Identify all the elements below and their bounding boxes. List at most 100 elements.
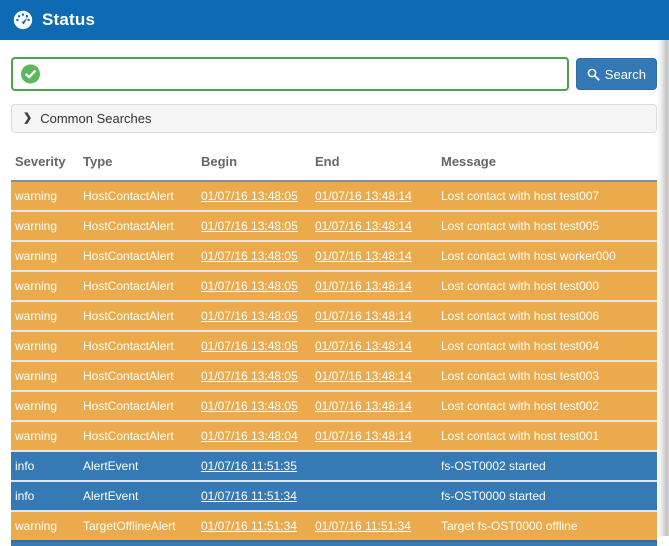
search-icon — [587, 68, 600, 81]
cell-begin: 01/07/16 13:48:05 — [197, 271, 311, 301]
begin-link[interactable]: 01/07/16 11:51:34 — [201, 519, 297, 533]
cell-end: 01/07/16 13:48:14 — [311, 241, 437, 271]
table-row: warning HostContactAlert 01/07/16 13:48:… — [11, 301, 657, 331]
table-row: warning HostContactAlert 01/07/16 13:48:… — [11, 241, 657, 271]
begin-link[interactable]: 01/07/16 13:48:05 — [201, 339, 298, 353]
column-header-message: Message — [437, 148, 657, 181]
end-link[interactable]: 01/07/16 13:48:14 — [315, 249, 412, 263]
cell-message: fs-OST0000 started — [437, 481, 657, 511]
cell-severity: warning — [11, 301, 79, 331]
cell-severity: warning — [11, 361, 79, 391]
cell-type: HostContactAlert — [79, 241, 197, 271]
cell-begin: 01/07/16 13:48:05 — [197, 331, 311, 361]
cell-message: Lost contact with host test002 — [437, 391, 657, 421]
begin-link[interactable]: 01/07/16 13:48:05 — [201, 219, 298, 233]
cell-type: HostContactAlert — [79, 391, 197, 421]
cell-severity: warning — [11, 181, 79, 211]
alerts-table: Severity Type Begin End Message warning … — [11, 148, 657, 540]
search-button[interactable]: Search — [576, 58, 657, 90]
table-row: warning HostContactAlert 01/07/16 13:48:… — [11, 331, 657, 361]
cell-begin: 01/07/16 13:48:05 — [197, 361, 311, 391]
table-row: warning HostContactAlert 01/07/16 13:48:… — [11, 391, 657, 421]
end-link[interactable]: 01/07/16 13:48:14 — [315, 429, 412, 443]
cell-begin: 01/07/16 13:48:05 — [197, 181, 311, 211]
cell-message: Lost contact with host test004 — [437, 331, 657, 361]
cell-severity: warning — [11, 211, 79, 241]
end-link[interactable]: 01/07/16 11:51:34 — [315, 519, 411, 533]
end-link[interactable]: 01/07/16 13:48:14 — [315, 339, 412, 353]
cell-message: fs-OST0002 started — [437, 451, 657, 481]
column-header-severity: Severity — [11, 148, 79, 181]
begin-link[interactable]: 01/07/16 13:48:05 — [201, 249, 298, 263]
begin-link[interactable]: 01/07/16 13:48:05 — [201, 279, 298, 293]
begin-link[interactable]: 01/07/16 13:48:05 — [201, 369, 298, 383]
main-content: Search ❯ Common Searches Severity Type B… — [11, 57, 657, 546]
page-title: Status — [42, 10, 95, 30]
table-row: warning HostContactAlert 01/07/16 13:48:… — [11, 421, 657, 451]
column-header-type: Type — [79, 148, 197, 181]
cell-end: 01/07/16 13:48:14 — [311, 421, 437, 451]
cell-message: Lost contact with host test005 — [437, 211, 657, 241]
cell-end: 01/07/16 13:48:14 — [311, 301, 437, 331]
begin-link[interactable]: 01/07/16 13:48:05 — [201, 189, 298, 203]
cell-type: HostContactAlert — [79, 331, 197, 361]
begin-link[interactable]: 01/07/16 13:48:05 — [201, 309, 298, 323]
cell-end: 01/07/16 13:48:14 — [311, 361, 437, 391]
cell-severity: warning — [11, 421, 79, 451]
begin-link[interactable]: 01/07/16 11:51:34 — [201, 489, 297, 503]
cell-begin: 01/07/16 13:48:05 — [197, 211, 311, 241]
cell-end: 01/07/16 13:48:14 — [311, 211, 437, 241]
cell-type: HostContactAlert — [79, 421, 197, 451]
begin-link[interactable]: 01/07/16 11:51:35 — [201, 459, 297, 473]
end-link[interactable]: 01/07/16 13:48:14 — [315, 399, 412, 413]
cell-message: Lost contact with host test006 — [437, 301, 657, 331]
cell-severity: warning — [11, 331, 79, 361]
cell-begin: 01/07/16 13:48:04 — [197, 421, 311, 451]
cell-message: Lost contact with host test007 — [437, 181, 657, 211]
cell-begin: 01/07/16 13:48:05 — [197, 301, 311, 331]
cell-begin: 01/07/16 13:48:05 — [197, 241, 311, 271]
header-bar: Status — [0, 0, 669, 40]
end-link[interactable]: 01/07/16 13:48:14 — [315, 309, 412, 323]
cell-type: HostContactAlert — [79, 361, 197, 391]
cell-type: HostContactAlert — [79, 271, 197, 301]
check-circle-icon — [21, 65, 40, 84]
chevron-right-icon: ❯ — [23, 113, 32, 124]
cell-begin: 01/07/16 11:51:35 — [197, 451, 311, 481]
cell-end — [311, 451, 437, 481]
table-row: warning HostContactAlert 01/07/16 13:48:… — [11, 181, 657, 211]
cell-end: 01/07/16 13:48:14 — [311, 181, 437, 211]
cell-message: Lost contact with host worker000 — [437, 241, 657, 271]
end-link[interactable]: 01/07/16 13:48:14 — [315, 189, 412, 203]
search-button-label: Search — [605, 67, 646, 82]
end-link[interactable]: 01/07/16 13:48:14 — [315, 279, 412, 293]
table-row: warning HostContactAlert 01/07/16 13:48:… — [11, 361, 657, 391]
begin-link[interactable]: 01/07/16 13:48:04 — [201, 429, 298, 443]
table-row: warning HostContactAlert 01/07/16 13:48:… — [11, 211, 657, 241]
search-input[interactable] — [11, 57, 569, 91]
table-header-row: Severity Type Begin End Message — [11, 148, 657, 181]
cell-message: Lost contact with host test001 — [437, 421, 657, 451]
scrollbar-gutter — [657, 40, 669, 536]
begin-link[interactable]: 01/07/16 13:48:05 — [201, 399, 298, 413]
end-link[interactable]: 01/07/16 13:48:14 — [315, 219, 412, 233]
cell-severity: warning — [11, 271, 79, 301]
cell-message: Lost contact with host test000 — [437, 271, 657, 301]
search-input-wrap — [11, 57, 569, 91]
cell-begin: 01/07/16 13:48:05 — [197, 391, 311, 421]
cell-end — [311, 481, 437, 511]
common-searches-toggle[interactable]: ❯ Common Searches — [11, 104, 657, 133]
alerts-table-body: warning HostContactAlert 01/07/16 13:48:… — [11, 181, 657, 540]
cell-message: Lost contact with host test003 — [437, 361, 657, 391]
table-row: info AlertEvent 01/07/16 11:51:34 fs-OST… — [11, 481, 657, 511]
column-header-begin: Begin — [197, 148, 311, 181]
cell-severity: info — [11, 451, 79, 481]
cell-end: 01/07/16 13:48:14 — [311, 271, 437, 301]
cell-severity: warning — [11, 241, 79, 271]
table-row: info AlertEvent 01/07/16 11:51:35 fs-OST… — [11, 451, 657, 481]
cell-type: AlertEvent — [79, 451, 197, 481]
end-link[interactable]: 01/07/16 13:48:14 — [315, 369, 412, 383]
cell-severity: warning — [11, 391, 79, 421]
cell-type: HostContactAlert — [79, 211, 197, 241]
cell-end: 01/07/16 13:48:14 — [311, 391, 437, 421]
